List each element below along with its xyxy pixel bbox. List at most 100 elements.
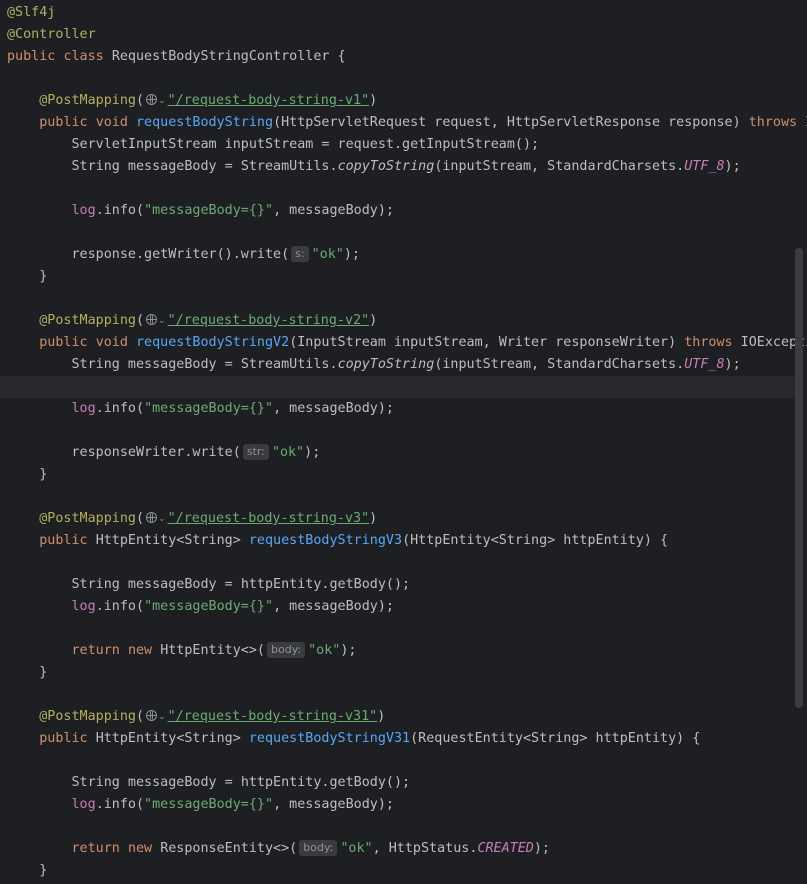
request-url[interactable]: "/request-body-string-v1"	[168, 93, 370, 108]
param-hint: s:	[291, 246, 309, 262]
statement: .info(	[95, 401, 145, 416]
log-field: log	[71, 599, 96, 614]
annotation: @Slf4j	[7, 5, 56, 20]
globe-icon[interactable]	[146, 512, 158, 523]
code-line: public class RequestBodyStringController…	[7, 46, 346, 68]
statement: String messageBody =	[71, 577, 241, 592]
code-line: responseWriter.write(str: "ok");	[7, 442, 320, 464]
string-literal: "ok"	[340, 841, 373, 856]
keyword: throws	[748, 115, 798, 130]
keyword: public	[7, 49, 56, 64]
globe-icon[interactable]	[146, 314, 158, 325]
statement: HttpEntity<>(	[160, 643, 265, 658]
globe-icon[interactable]	[146, 94, 158, 105]
request-url[interactable]: "/request-body-string-v3"	[168, 511, 370, 526]
throws-rest: I	[797, 115, 807, 130]
code-line: }	[7, 266, 47, 288]
code-line: String messageBody = httpEntity.getBody(…	[7, 574, 411, 596]
chevron-down-icon[interactable]: ⌄	[158, 90, 166, 112]
statement: );	[304, 445, 321, 460]
statement: ResponseEntity<>(	[160, 841, 298, 856]
code-line: String messageBody = StreamUtils.copyToS…	[7, 354, 741, 376]
statement: (inputStream, StandardCharsets.	[434, 357, 685, 372]
class-name: RequestBodyStringController	[111, 49, 330, 64]
keyword: return	[71, 643, 120, 658]
params: (HttpServletRequest request, HttpServlet…	[273, 115, 749, 130]
statement: ServletInputStream inputStream = request…	[71, 137, 540, 152]
current-line-highlight	[0, 376, 795, 398]
string-literal: "messageBody={}"	[144, 203, 274, 218]
brace: }	[39, 467, 48, 482]
statement: );	[533, 841, 550, 856]
statement: .info(	[95, 797, 145, 812]
string-literal: "messageBody={}"	[144, 401, 274, 416]
param-hint: body:	[299, 840, 338, 856]
brace: }	[39, 269, 48, 284]
code-line: response.getWriter().write(s: "ok");	[7, 244, 360, 266]
brace: }	[39, 665, 48, 680]
annotation: @PostMapping	[39, 313, 136, 328]
static-field: UTF_8	[684, 159, 725, 174]
statement: httpEntity.getBody();	[240, 775, 411, 790]
static-field: CREATED	[477, 841, 534, 856]
keyword: void	[95, 115, 128, 130]
keyword: class	[63, 49, 104, 64]
chevron-down-icon[interactable]: ⌄	[158, 706, 166, 728]
string-literal: "ok"	[308, 643, 341, 658]
code-line: log.info("messageBody={}", messageBody);	[7, 398, 395, 420]
return-type: HttpEntity<String>	[95, 731, 249, 746]
keyword: public	[39, 533, 88, 548]
keyword: new	[127, 841, 153, 856]
code-line: return new HttpEntity<>(body: "ok");	[7, 640, 357, 662]
code-line: @PostMapping(⌄ "/request-body-string-v3")	[7, 508, 377, 530]
statement: , HttpStatus.	[372, 841, 478, 856]
statement: String messageBody =	[71, 775, 241, 790]
statement: StreamUtils.	[240, 357, 338, 372]
vertical-scrollbar[interactable]	[795, 248, 803, 708]
keyword: public	[39, 115, 88, 130]
chevron-down-icon[interactable]: ⌄	[158, 508, 166, 530]
statement: );	[340, 643, 357, 658]
statement: , messageBody);	[273, 797, 394, 812]
code-line: public void requestBodyString(HttpServle…	[7, 112, 807, 134]
code-line: log.info("messageBody={}", messageBody);	[7, 596, 395, 618]
code-line: }	[7, 662, 47, 684]
code-line: @PostMapping(⌄ "/request-body-string-v1")	[7, 90, 377, 112]
keyword: public	[39, 335, 88, 350]
method-name: requestBodyStringV2	[136, 335, 290, 350]
chevron-down-icon[interactable]: ⌄	[158, 310, 166, 332]
statement: .info(	[95, 203, 145, 218]
params: (RequestEntity<String> httpEntity) {	[410, 731, 701, 746]
statement: , messageBody);	[273, 401, 394, 416]
keyword: public	[39, 731, 88, 746]
annotation: @PostMapping	[39, 93, 136, 108]
string-literal: "messageBody={}"	[144, 599, 274, 614]
code-line: @PostMapping(⌄ "/request-body-string-v2")	[7, 310, 377, 332]
statement: StreamUtils.	[240, 159, 338, 174]
method-name: requestBodyString	[136, 115, 274, 130]
params: (InputStream inputStream, Writer respons…	[289, 335, 685, 350]
code-line: @Controller	[7, 24, 96, 46]
static-method: copyToString	[337, 357, 435, 372]
params: (HttpEntity<String> httpEntity) {	[402, 533, 669, 548]
code-line: return new ResponseEntity<>(body: "ok", H…	[7, 838, 550, 860]
param-hint: body:	[267, 642, 306, 658]
statement: );	[724, 159, 741, 174]
globe-icon[interactable]	[146, 710, 158, 721]
static-field: UTF_8	[684, 357, 725, 372]
request-url[interactable]: "/request-body-string-v2"	[168, 313, 370, 328]
statement: String messageBody =	[71, 357, 241, 372]
statement: .info(	[95, 599, 145, 614]
statement: responseWriter.write(	[71, 445, 241, 460]
code-editor[interactable]: @Slf4j @Controller public class RequestB…	[0, 0, 807, 884]
keyword: new	[127, 643, 153, 658]
statement: (inputStream, StandardCharsets.	[434, 159, 685, 174]
param-hint: str:	[242, 444, 269, 460]
code-line: String messageBody = httpEntity.getBody(…	[7, 772, 411, 794]
method-name: requestBodyStringV3	[248, 533, 403, 548]
request-url[interactable]: "/request-body-string-v31"	[168, 709, 378, 724]
static-method: copyToString	[337, 159, 435, 174]
statement: response.getWriter().write(	[71, 247, 290, 262]
string-literal: "messageBody={}"	[144, 797, 274, 812]
code-line: public void requestBodyStringV2(InputStr…	[7, 332, 807, 354]
